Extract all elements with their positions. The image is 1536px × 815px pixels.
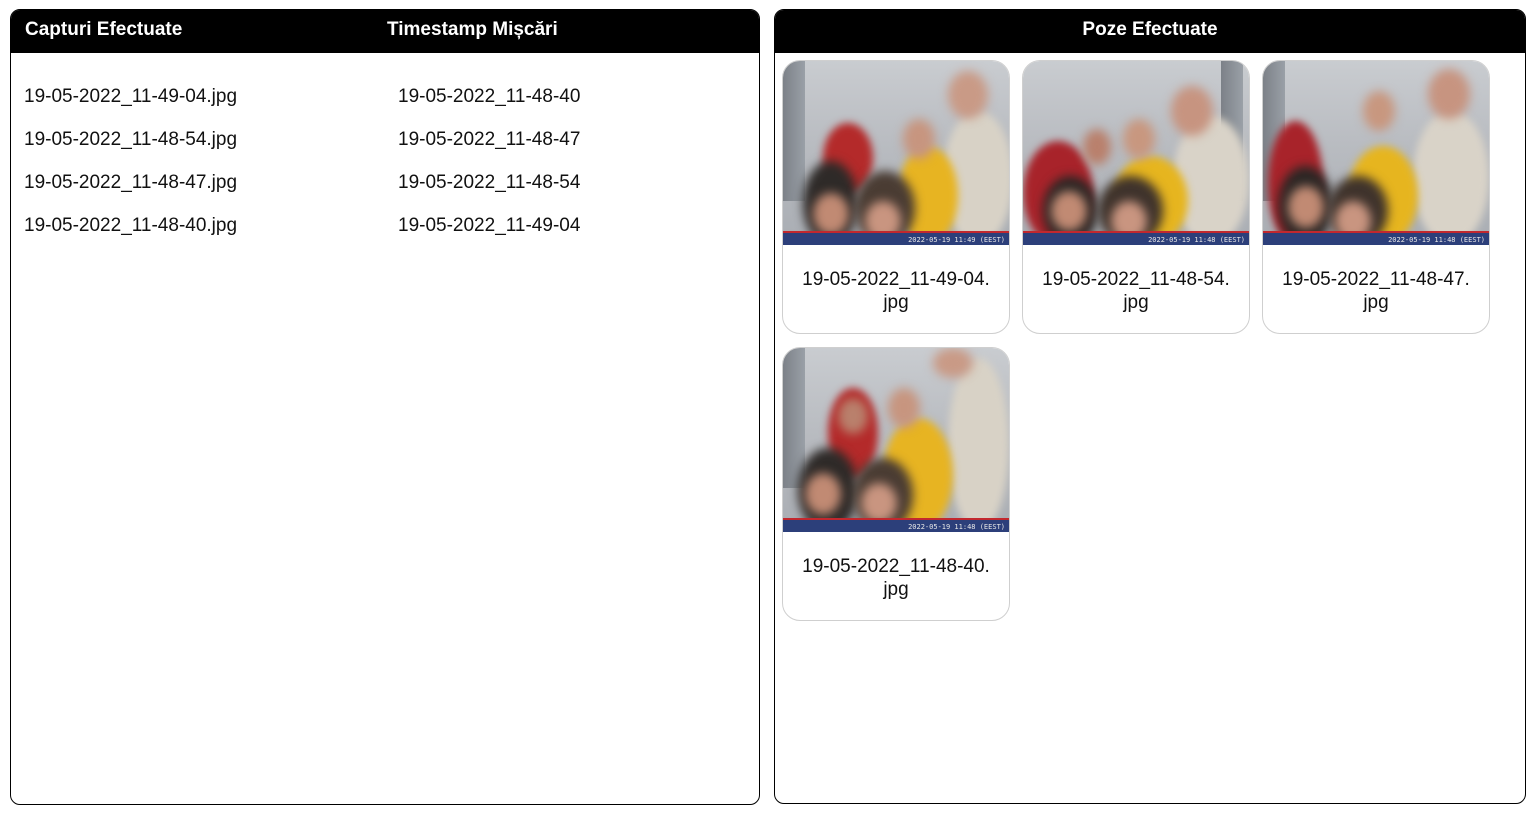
captures-list: 19-05-2022_11-49-04.jpg 19-05-2022_11-48…	[11, 86, 759, 258]
photos-header: Poze Efectuate	[775, 10, 1525, 53]
photo-card[interactable]: 2022-05-19 11:48 (EEST) 19-05-2022_11-48…	[1022, 60, 1250, 334]
photo-overlay-timestamp: 2022-05-19 11:48 (EEST)	[908, 523, 1005, 531]
motion-timestamp: 19-05-2022_11-48-47	[398, 129, 581, 150]
table-row: 19-05-2022_11-48-47.jpg 19-05-2022_11-48…	[11, 172, 759, 215]
capture-filename: 19-05-2022_11-48-40.jpg	[24, 215, 238, 236]
capture-filename: 19-05-2022_11-48-54.jpg	[24, 129, 238, 150]
table-row: 19-05-2022_11-48-40.jpg 19-05-2022_11-49…	[11, 215, 759, 258]
photos-title: Poze Efectuate	[1082, 19, 1218, 40]
motion-timestamp: 19-05-2022_11-48-54	[398, 172, 581, 193]
photo-filename: 19-05-2022_11-48-54.jpg	[1042, 269, 1230, 313]
photo-card[interactable]: 2022-05-19 11:49 (EEST) 19-05-2022_11-49…	[782, 60, 1010, 334]
timestamp-column-header: Timestamp Mișcări	[387, 19, 558, 40]
photo-filename: 19-05-2022_11-48-47.jpg	[1282, 269, 1470, 313]
photo-thumbnail[interactable]: 2022-05-19 11:48 (EEST)	[783, 348, 1009, 532]
photo-thumbnail[interactable]: 2022-05-19 11:48 (EEST)	[1023, 61, 1249, 245]
photo-card[interactable]: 2022-05-19 11:48 (EEST) 19-05-2022_11-48…	[1262, 60, 1490, 334]
photos-panel: Poze Efectuate 2022-05-19 11:49 (EEST) 1…	[774, 9, 1526, 804]
motion-timestamp: 19-05-2022_11-49-04	[398, 215, 581, 236]
photo-thumbnail[interactable]: 2022-05-19 11:48 (EEST)	[1263, 61, 1489, 245]
photo-thumbnail[interactable]: 2022-05-19 11:49 (EEST)	[783, 61, 1009, 245]
table-row: 19-05-2022_11-49-04.jpg 19-05-2022_11-48…	[11, 86, 759, 129]
motion-timestamp: 19-05-2022_11-48-40	[398, 86, 581, 107]
captures-header: Capturi Efectuate Timestamp Mișcări	[11, 10, 759, 53]
capture-filename: 19-05-2022_11-48-47.jpg	[24, 172, 238, 193]
photo-overlay-timestamp: 2022-05-19 11:48 (EEST)	[1388, 236, 1485, 244]
photo-filename: 19-05-2022_11-48-40.jpg	[802, 556, 990, 600]
table-row: 19-05-2022_11-48-54.jpg 19-05-2022_11-48…	[11, 129, 759, 172]
photo-overlay-timestamp: 2022-05-19 11:49 (EEST)	[908, 236, 1005, 244]
captures-panel: Capturi Efectuate Timestamp Mișcări 19-0…	[10, 9, 760, 805]
capture-filename: 19-05-2022_11-49-04.jpg	[24, 86, 238, 107]
photo-filename: 19-05-2022_11-49-04.jpg	[802, 269, 990, 313]
captures-column-header: Capturi Efectuate	[25, 19, 183, 40]
photo-overlay-timestamp: 2022-05-19 11:48 (EEST)	[1148, 236, 1245, 244]
photo-card[interactable]: 2022-05-19 11:48 (EEST) 19-05-2022_11-48…	[782, 347, 1010, 621]
